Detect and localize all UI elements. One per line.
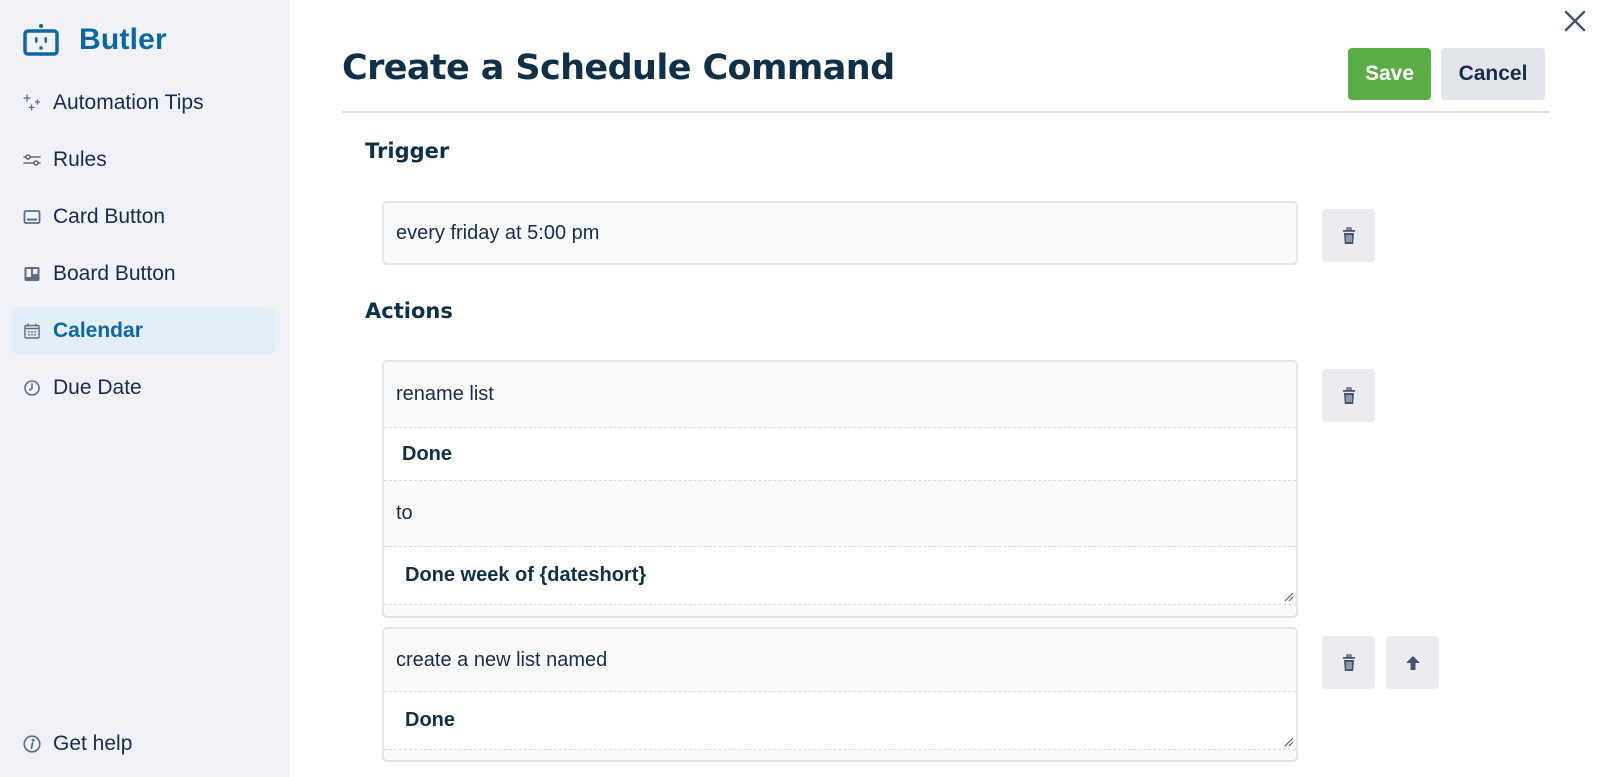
sidebar-item-board-button[interactable]: Board Button: [12, 250, 275, 298]
sidebar-item-label: Board Button: [53, 262, 176, 285]
resize-grip-icon[interactable]: [1282, 735, 1294, 747]
actions-heading: Actions: [365, 299, 453, 323]
sidebar: Butler Automation Tips Rules Card Button…: [0, 0, 289, 777]
calendar-icon: [22, 321, 42, 341]
sidebar-item-automation-tips[interactable]: Automation Tips: [12, 79, 275, 127]
action-input-value: Done week of {dateshort}: [405, 564, 647, 586]
sparkles-icon: [22, 93, 42, 113]
delete-action-button[interactable]: [1322, 636, 1375, 689]
arrow-up-icon: [1405, 655, 1420, 670]
action-text: create a new list named: [384, 629, 1296, 692]
resize-grip-icon[interactable]: [1282, 590, 1294, 602]
get-help-label: Get help: [53, 732, 133, 755]
action-card-rename-list: rename list Done to Done week of {datesh…: [382, 360, 1298, 618]
action-input-value: Done: [405, 709, 455, 731]
sidebar-item-label: Calendar: [53, 319, 143, 342]
action-text: rename list: [384, 362, 1296, 428]
close-icon: [1564, 10, 1586, 32]
sidebar-item-label: Card Button: [53, 205, 166, 228]
get-help-link[interactable]: Get help: [22, 729, 132, 759]
close-button[interactable]: [1560, 6, 1590, 36]
sliders-icon: [22, 150, 42, 170]
brand: Butler: [22, 20, 167, 60]
robot-icon: [23, 24, 59, 56]
save-button[interactable]: Save: [1348, 48, 1431, 100]
sidebar-item-card-button[interactable]: Card Button: [12, 193, 275, 241]
brand-name: Butler: [79, 23, 167, 56]
action-input-list-name[interactable]: Done: [384, 692, 1296, 750]
sidebar-item-label: Due Date: [53, 376, 142, 399]
trigger-heading: Trigger: [365, 139, 450, 163]
info-icon: [22, 734, 42, 754]
move-action-up-button[interactable]: [1386, 636, 1439, 689]
action-input-new-name[interactable]: Done week of {dateshort}: [384, 547, 1296, 605]
action-card-create-list: create a new list named Done: [382, 627, 1298, 762]
sidebar-nav: Automation Tips Rules Card Button Board …: [12, 79, 275, 421]
card-button-icon: [22, 207, 42, 227]
delete-trigger-button[interactable]: [1322, 209, 1375, 262]
action-input-list-name[interactable]: Done: [384, 428, 1296, 481]
trash-icon: [1342, 653, 1355, 671]
sidebar-item-rules[interactable]: Rules: [12, 136, 275, 184]
trash-icon: [1342, 226, 1355, 244]
board-button-icon: [22, 264, 42, 284]
title-divider: [342, 111, 1550, 113]
delete-action-button[interactable]: [1322, 369, 1375, 422]
clock-icon: [22, 378, 42, 398]
action-text: to: [384, 481, 1296, 547]
trigger-value[interactable]: every friday at 5:00 pm: [384, 203, 1296, 263]
cancel-button[interactable]: Cancel: [1441, 48, 1545, 100]
sidebar-item-label: Rules: [53, 148, 107, 171]
sidebar-item-due-date[interactable]: Due Date: [12, 364, 275, 412]
trigger-field[interactable]: every friday at 5:00 pm: [382, 201, 1298, 265]
page-title: Create a Schedule Command: [342, 48, 895, 88]
sidebar-item-calendar[interactable]: Calendar: [12, 307, 275, 355]
sidebar-item-label: Automation Tips: [53, 91, 204, 114]
trash-icon: [1342, 386, 1355, 404]
